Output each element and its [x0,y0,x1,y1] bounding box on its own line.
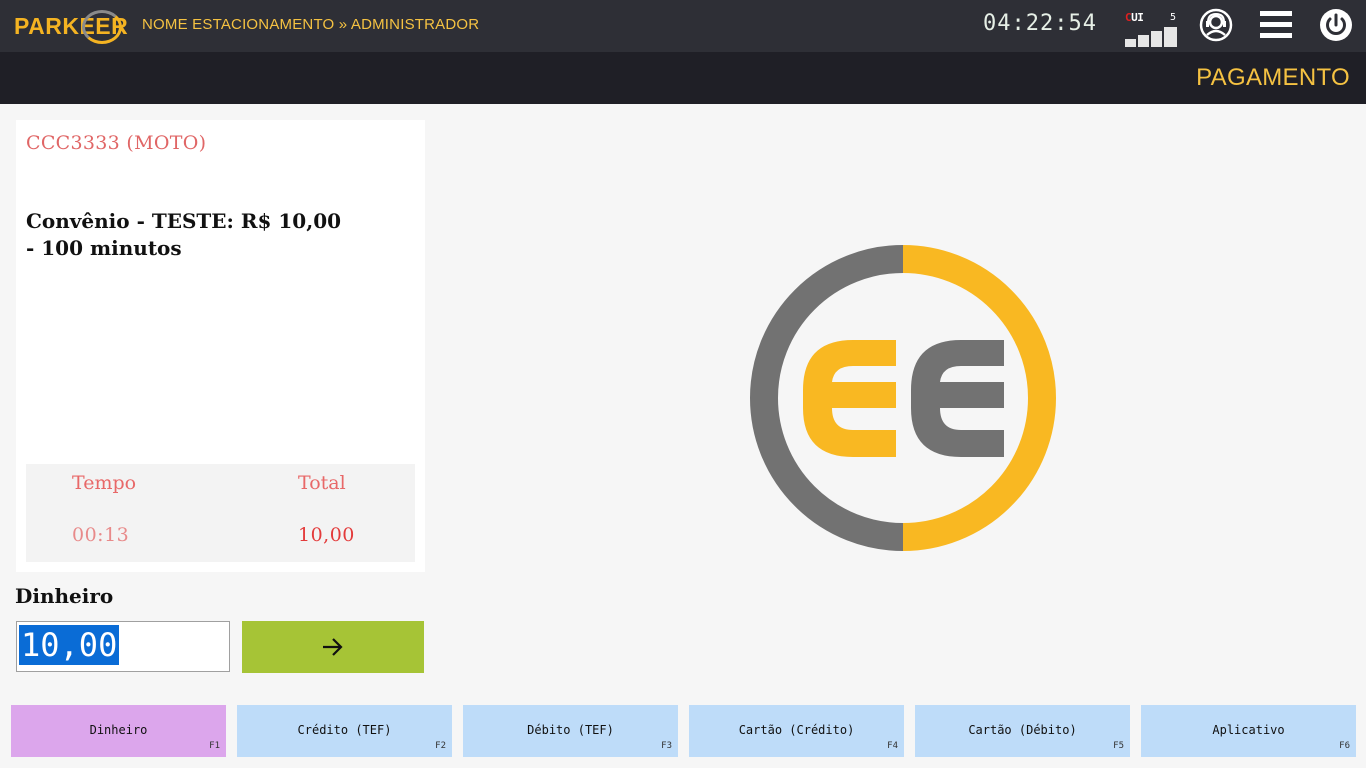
cui-label-rest: UI [1131,11,1144,24]
breadcrumb: NOME ESTACIONAMENTO » ADMINISTRADOR [142,16,480,33]
support-icon[interactable] [1197,6,1235,44]
total-label: Total [298,472,346,494]
method-shortcut: F6 [1339,741,1350,751]
logo-ring-icon [82,10,122,44]
power-icon[interactable] [1317,6,1355,44]
method-label: Crédito (TEF) [297,723,392,737]
confirm-button[interactable] [242,621,424,673]
method-debito-tef-button[interactable]: Débito (TEF) F3 [463,705,678,757]
method-cartao-credito-button[interactable]: Cartão (Crédito) F4 [689,705,904,757]
method-label: Débito (TEF) [527,723,614,737]
signal-bar [1164,27,1177,47]
payment-method-label: Dinheiro [15,584,114,608]
page-title: PAGAMENTO [1196,64,1350,91]
ticket-summary: Tempo Total 00:13 10,00 [26,464,415,562]
method-cartao-debito-button[interactable]: Cartão (Débito) F5 [915,705,1130,757]
method-aplicativo-button[interactable]: Aplicativo F6 [1141,705,1356,757]
time-label: Tempo [72,472,137,494]
method-shortcut: F1 [209,741,220,751]
menu-icon[interactable] [1257,6,1295,44]
method-shortcut: F2 [435,741,446,751]
method-label: Cartão (Crédito) [738,723,855,737]
parkeer-emblem [750,245,1056,551]
signal-bar [1151,31,1162,47]
total-value: 10,00 [298,524,355,546]
top-bar: PARKEER NOME ESTACIONAMENTO » ADMINISTRA… [0,0,1366,52]
agreement-line-2: - 100 minutos [26,236,182,260]
arrow-right-icon [323,638,343,656]
title-strip: PAGAMENTO [0,52,1366,104]
agreement-line-1: Convênio - TESTE: R$ 10,00 [26,209,342,233]
method-dinheiro-button[interactable]: Dinheiro F1 [11,705,226,757]
amount-input[interactable]: 10,00 [16,621,230,672]
connection-signal: CUI 5 [1125,8,1181,48]
parkeer-logo: PARKEER [14,8,128,44]
signal-count: 5 [1170,12,1177,23]
ticket-card: CCC3333 (MOTO) Convênio - TESTE: R$ 10,0… [16,120,425,572]
signal-bar [1125,39,1136,47]
method-label: Aplicativo [1212,723,1285,737]
signal-bar [1138,35,1149,47]
agreement-info: Convênio - TESTE: R$ 10,00 - 100 minutos [26,208,416,262]
method-shortcut: F3 [661,741,672,751]
payment-methods: Dinheiro F1 Crédito (TEF) F2 Débito (TEF… [11,705,1356,757]
method-shortcut: F4 [887,741,898,751]
method-label: Dinheiro [89,723,148,737]
cui-label: CUI [1125,11,1144,24]
method-shortcut: F5 [1113,741,1124,751]
vehicle-plate: CCC3333 (MOTO) [26,132,207,154]
amount-value: 10,00 [19,625,120,665]
clock: 04:22:54 [983,11,1097,36]
method-label: Cartão (Débito) [968,723,1077,737]
time-value: 00:13 [72,524,130,546]
method-credito-tef-button[interactable]: Crédito (TEF) F2 [237,705,452,757]
